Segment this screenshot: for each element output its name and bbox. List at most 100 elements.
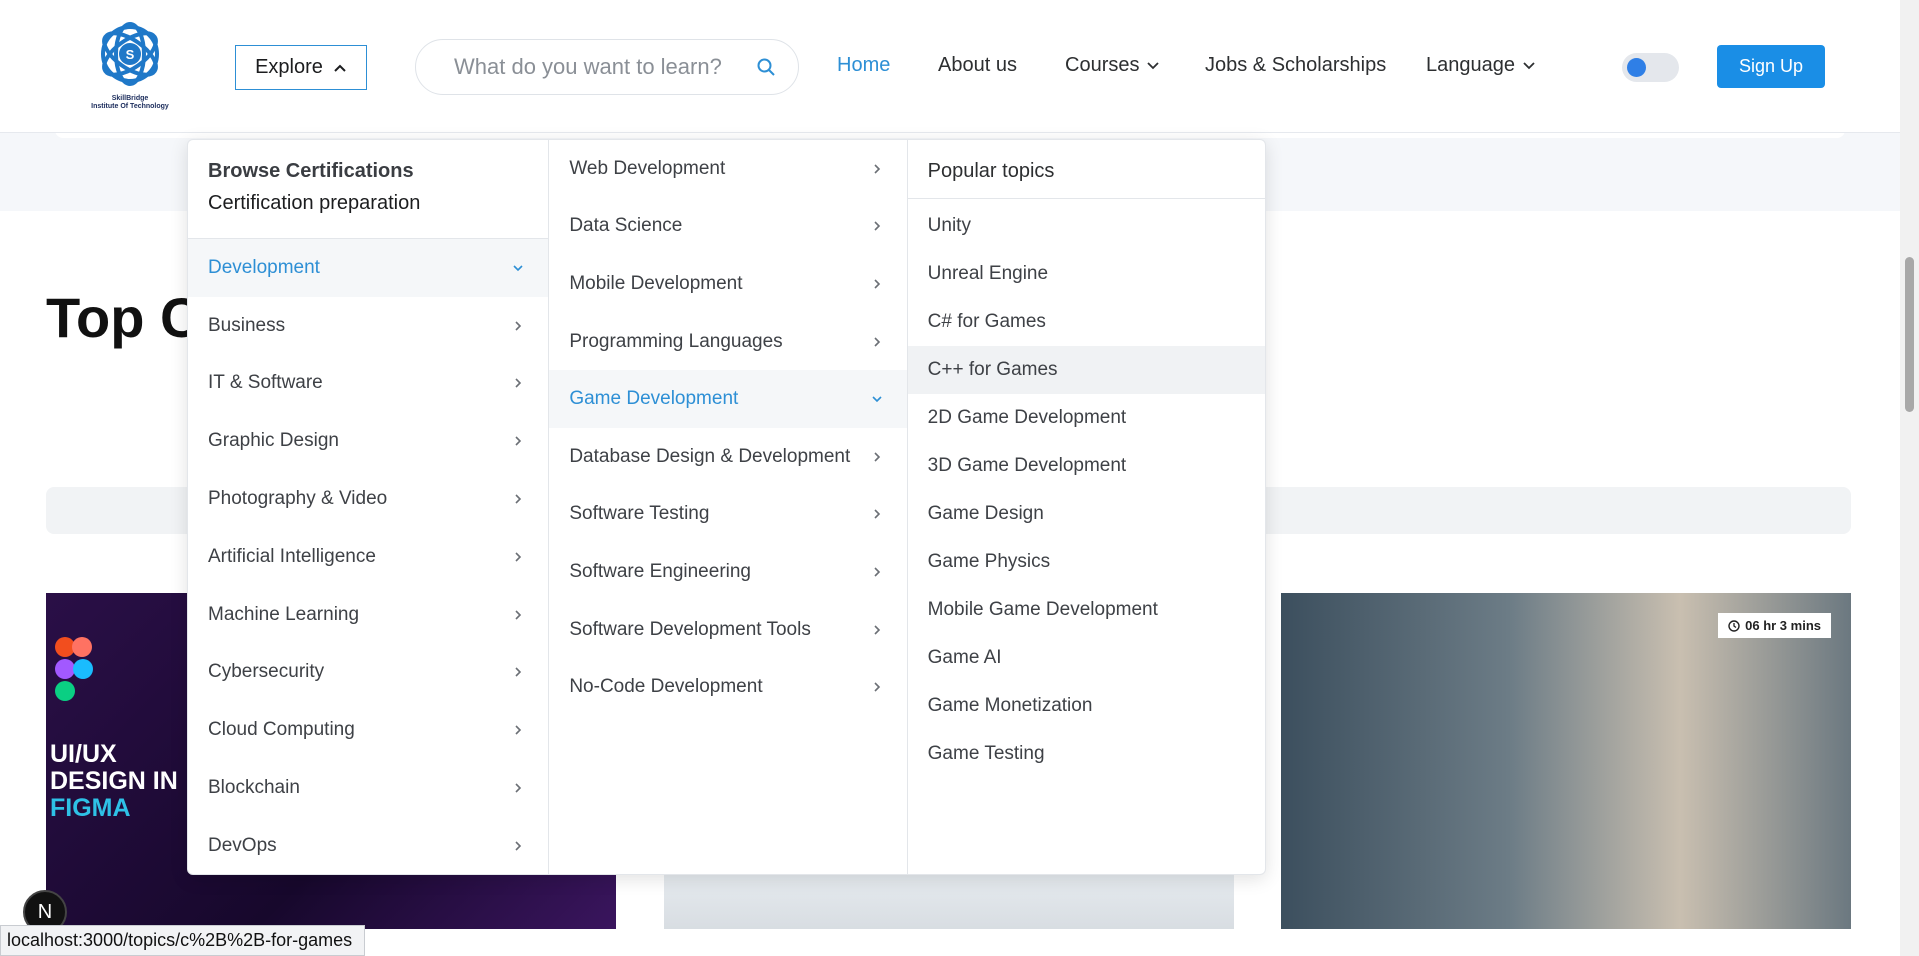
menu-item-cloud-computing[interactable]: Cloud Computing: [188, 701, 548, 759]
chevron-right-icon: [874, 337, 880, 347]
chevron-right-icon: [874, 624, 880, 635]
menu-item-game-development[interactable]: Game Development: [549, 370, 907, 428]
menu-item-devops[interactable]: DevOps: [188, 817, 548, 874]
chevron-right-icon: [515, 494, 522, 504]
topic-game-monetization[interactable]: Game Monetization: [908, 682, 1265, 730]
menu-item-software-development-tools[interactable]: Software Development Tools: [549, 601, 906, 659]
scrollbar-thumb[interactable]: [1905, 257, 1914, 412]
section-title: Top C: [46, 286, 201, 349]
search-icon[interactable]: [756, 57, 776, 77]
category-column: Browse Certifications Certification prep…: [188, 140, 550, 874]
menu-item-data-science[interactable]: Data Science: [549, 198, 906, 256]
menu-item-database-design-development[interactable]: Database Design & Development: [549, 428, 906, 486]
menu-item-label: Development: [208, 256, 320, 278]
menu-item-cybersecurity[interactable]: Cybersecurity: [188, 644, 548, 702]
site-header: S SkillBridge Institute Of Technology Ex…: [0, 0, 1900, 133]
chevron-right-icon: [874, 682, 880, 692]
menu-item-photography-video[interactable]: Photography & Video: [188, 470, 548, 528]
site-logo[interactable]: S SkillBridge Institute Of Technology: [80, 18, 180, 116]
chevron-right-icon: [515, 783, 522, 793]
svg-text:S: S: [126, 47, 135, 62]
chevron-right-icon: [515, 725, 522, 735]
popular-topics-column: Popular topics Unity Unreal Engine C# for …: [907, 140, 1265, 874]
topic-game-testing[interactable]: Game Testing: [908, 730, 1265, 778]
nav-language[interactable]: Language: [1426, 54, 1535, 77]
menu-item-blockchain[interactable]: Blockchain: [188, 759, 548, 817]
page-scrollbar[interactable]: [1900, 0, 1919, 956]
menu-item-label: No-Code Development: [569, 676, 763, 698]
topic-mobile-game-development[interactable]: Mobile Game Development: [908, 586, 1265, 634]
menu-item-software-testing[interactable]: Software Testing: [549, 486, 906, 544]
category-list: Development Business IT & Software Graphic …: [188, 239, 549, 874]
topic-list: Unity Unreal Engine C# for Games C++ for Ga…: [907, 199, 1265, 778]
topic-c-for-games[interactable]: C++ for Games: [907, 346, 1265, 394]
explore-label: Explore: [255, 56, 323, 78]
nav-courses[interactable]: Courses: [1065, 54, 1160, 77]
menu-item-label: DevOps: [208, 834, 277, 856]
menu-item-mobile-development[interactable]: Mobile Development: [549, 255, 906, 313]
card-title: UI/UX DESIGN IN FIGMA: [50, 740, 178, 822]
menu-item-programming-languages[interactable]: Programming Languages: [549, 313, 906, 371]
nav-about[interactable]: About us: [938, 54, 1017, 77]
topic-game-ai[interactable]: Game AI: [908, 634, 1265, 682]
certification-preparation-link[interactable]: Certification preparation: [188, 183, 549, 239]
menu-item-label: Graphic Design: [208, 430, 339, 452]
explore-button[interactable]: Explore: [235, 45, 367, 90]
nav-jobs[interactable]: Jobs & Scholarships: [1205, 54, 1386, 77]
menu-item-it-software[interactable]: IT & Software: [188, 355, 548, 413]
chevron-right-icon: [874, 221, 880, 231]
menu-item-business[interactable]: Business: [188, 297, 548, 355]
chevron-right-icon: [874, 279, 880, 289]
topic-2d-game-development[interactable]: 2D Game Development: [908, 394, 1265, 442]
menu-item-web-development[interactable]: Web Development: [549, 140, 906, 198]
menu-item-label: Cloud Computing: [208, 719, 355, 741]
topic-game-design[interactable]: Game Design: [908, 490, 1265, 538]
menu-item-label: Game Development: [569, 388, 739, 410]
menu-item-software-engineering[interactable]: Software Engineering: [549, 543, 906, 601]
figma-logo-icon: [55, 637, 93, 701]
chevron-down-icon: [1147, 61, 1160, 69]
menu-item-label: Database Design & Development: [569, 445, 851, 467]
menu-item-label: Blockchain: [208, 777, 300, 799]
toggle-knob: [1627, 58, 1646, 77]
topic-game-physics[interactable]: Game Physics: [908, 538, 1265, 586]
browse-certifications-heading[interactable]: Browse Certifications: [188, 140, 548, 183]
topic-unreal-engine[interactable]: Unreal Engine: [908, 250, 1265, 298]
menu-item-label: Software Engineering: [569, 560, 751, 582]
menu-item-no-code-development[interactable]: No-Code Development: [549, 658, 906, 716]
menu-item-label: Software Development Tools: [569, 618, 811, 640]
chevron-right-icon: [874, 509, 880, 519]
logo-emblem-icon: S: [101, 22, 159, 86]
menu-item-label: Photography & Video: [208, 488, 388, 510]
nav-courses-label: Courses: [1065, 54, 1140, 76]
menu-item-machine-learning[interactable]: Machine Learning: [188, 586, 548, 644]
chevron-down-icon: [872, 396, 882, 403]
menu-item-label: Business: [208, 314, 286, 336]
chevron-right-icon: [515, 552, 522, 562]
chevron-right-icon: [515, 667, 522, 678]
menu-item-graphic-design[interactable]: Graphic Design: [188, 412, 548, 470]
menu-item-label: Machine Learning: [208, 603, 360, 625]
logo-text: SkillBridge Institute Of Technology: [91, 95, 169, 110]
menu-item-label: Programming Languages: [569, 330, 783, 352]
chevron-right-icon: [874, 164, 880, 174]
menu-item-artificial-intelligence[interactable]: Artificial Intelligence: [188, 528, 548, 586]
chevron-right-icon: [515, 841, 522, 851]
search-bar: [415, 39, 799, 95]
topic-unity[interactable]: Unity: [908, 202, 1265, 250]
duration-badge: 06 hr 3 mins: [1718, 613, 1831, 638]
chevron-right-icon: [515, 610, 522, 620]
chevron-right-icon: [515, 436, 522, 446]
course-card-image[interactable]: 06 hr 3 mins: [1281, 593, 1851, 929]
chevron-right-icon: [874, 567, 880, 577]
theme-toggle[interactable]: [1622, 53, 1679, 82]
chevron-right-icon: [515, 321, 522, 331]
signup-button[interactable]: Sign Up: [1717, 45, 1825, 88]
search-input[interactable]: [454, 54, 756, 80]
subcategory-list: Web Development Data Science Mobile Develo…: [549, 140, 907, 716]
nav-home[interactable]: Home: [837, 54, 890, 77]
menu-item-development[interactable]: Development: [188, 239, 549, 297]
topic-3d-game-development[interactable]: 3D Game Development: [908, 442, 1265, 490]
chevron-down-icon: [1523, 61, 1535, 69]
topic-c-for-games[interactable]: C# for Games: [908, 298, 1265, 346]
